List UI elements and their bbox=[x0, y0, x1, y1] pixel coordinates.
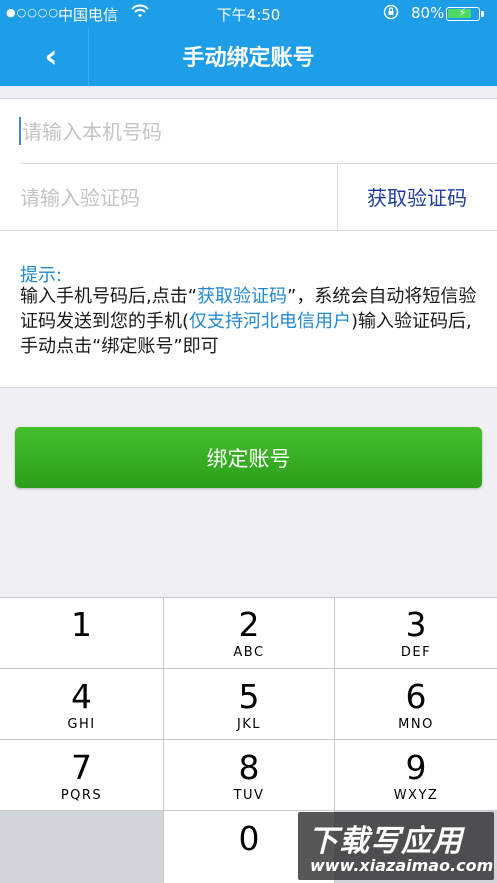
keypad-digit: 3 bbox=[405, 605, 427, 644]
watermark-title: 下载写应用 bbox=[308, 824, 463, 859]
verification-code-input[interactable] bbox=[20, 170, 320, 226]
keypad-key-7[interactable]: 7 PQRS bbox=[0, 740, 163, 811]
keypad-key-5[interactable]: 5 JKL bbox=[164, 669, 334, 740]
page-title: 手动绑定账号 bbox=[182, 46, 315, 71]
battery-nub bbox=[481, 11, 484, 17]
keypad-grid-line bbox=[163, 597, 164, 883]
keypad-grid-line bbox=[0, 810, 497, 811]
battery-icon: ⚡ bbox=[446, 6, 480, 21]
keypad-letters: GHI bbox=[67, 717, 96, 732]
tip-highlight-get-code: 获取验证码 bbox=[197, 286, 288, 307]
keypad-digit: 6 bbox=[405, 677, 427, 716]
keypad-digit: 8 bbox=[238, 748, 260, 787]
keypad-letters: DEF bbox=[400, 645, 432, 660]
watermark: 下载写应用 www.xiazaimao.com bbox=[298, 812, 494, 880]
keypad-digit: 2 bbox=[238, 605, 260, 644]
keypad-grid-line bbox=[0, 668, 497, 669]
keypad-key-6[interactable]: 6 MNO bbox=[335, 669, 497, 740]
keypad-letters: PQRS bbox=[60, 788, 103, 803]
keypad-key-8[interactable]: 8 TUV bbox=[164, 740, 334, 811]
keypad-letters: JKL bbox=[236, 717, 262, 732]
tip-text: 输入手机号码后,点击“获取验证码”，系统会自动将短信验证码发送到您的手机(仅支持… bbox=[20, 284, 482, 359]
divider bbox=[337, 164, 338, 230]
keypad-key-9[interactable]: 9 WXYZ bbox=[335, 740, 497, 811]
divider bbox=[0, 230, 497, 231]
bind-account-button[interactable]: 绑定账号 bbox=[15, 427, 482, 488]
tip-text-part: 输入手机号码后,点击“ bbox=[20, 286, 198, 307]
phone-number-input[interactable] bbox=[20, 104, 492, 160]
tip-highlight-hebei-only: 仅支持河北电信用户 bbox=[189, 311, 352, 332]
keypad-letters: WXYZ bbox=[393, 788, 439, 803]
status-bar: ●○○○○ 中国电信 下午4:50 80% ⚡ bbox=[0, 0, 497, 28]
text-caret bbox=[19, 117, 21, 145]
keypad-key-4[interactable]: 4 GHI bbox=[0, 669, 163, 740]
keypad-blank-key bbox=[0, 811, 163, 883]
keypad-letters: TUV bbox=[233, 788, 265, 803]
get-verification-code-button[interactable]: 获取验证码 bbox=[340, 170, 494, 226]
keypad-digit: 1 bbox=[71, 605, 92, 644]
keypad-key-1[interactable]: 1 bbox=[0, 597, 163, 668]
keypad-key-2[interactable]: 2 ABC bbox=[164, 597, 334, 668]
divider bbox=[20, 163, 497, 164]
orientation-lock-icon bbox=[383, 4, 399, 24]
keypad-letters: MNO bbox=[398, 717, 434, 732]
keypad-grid-line bbox=[0, 739, 497, 740]
keypad-digit: 9 bbox=[405, 748, 427, 787]
battery-percent: 80% bbox=[411, 4, 445, 22]
keypad-key-3[interactable]: 3 DEF bbox=[335, 597, 497, 668]
watermark-url: www.xiazaimao.com bbox=[310, 856, 494, 875]
keypad-grid-line bbox=[0, 597, 497, 598]
keypad-digit: 4 bbox=[71, 677, 92, 716]
keypad-letters: ABC bbox=[233, 645, 265, 660]
charging-bolt-icon: ⚡ bbox=[458, 6, 467, 19]
keypad-digit: 7 bbox=[71, 748, 92, 787]
keypad-digit: 5 bbox=[238, 677, 260, 716]
